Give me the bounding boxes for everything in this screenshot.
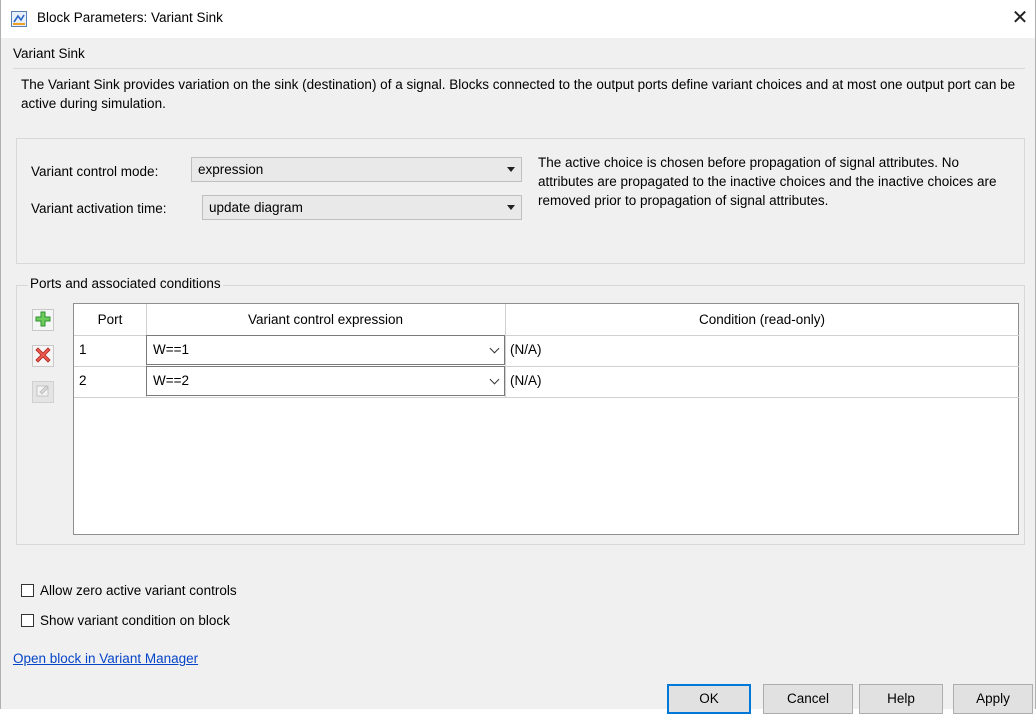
expression-dropdown[interactable]: W==2 xyxy=(146,366,505,396)
show-condition-option[interactable]: Show variant condition on block xyxy=(21,610,230,630)
column-divider xyxy=(505,304,506,397)
port-number: 1 xyxy=(79,342,87,357)
allow-zero-checkbox[interactable] xyxy=(21,583,34,597)
dropdown-arrow-icon xyxy=(507,205,515,210)
variant-manager-link[interactable]: Open block in Variant Manager xyxy=(13,651,198,666)
condition-value: (N/A) xyxy=(510,342,542,357)
dropdown-arrow-icon xyxy=(507,167,515,172)
activation-time-label: Variant activation time: xyxy=(31,201,167,216)
chevron-down-icon xyxy=(489,343,500,354)
dialog-window: Block Parameters: Variant Sink ✕ Variant… xyxy=(0,0,1036,714)
delete-icon xyxy=(35,346,51,366)
allow-zero-label: Allow zero active variant controls xyxy=(40,582,237,598)
expression-dropdown[interactable]: W==1 xyxy=(146,335,505,365)
edit-icon xyxy=(35,383,51,402)
edit-row-button[interactable] xyxy=(32,381,54,403)
column-header-condition: Condition (read-only) xyxy=(698,312,826,327)
expression-value: W==1 xyxy=(153,342,190,357)
window-title: Block Parameters: Variant Sink xyxy=(37,10,223,25)
expression-value: W==2 xyxy=(153,373,190,388)
show-condition-label: Show variant condition on block xyxy=(40,612,230,628)
column-header-port: Port xyxy=(97,312,123,327)
ok-button[interactable]: OK xyxy=(667,684,751,714)
cancel-button[interactable]: Cancel xyxy=(763,684,853,714)
section-title: Variant Sink xyxy=(13,46,85,61)
control-mode-dropdown[interactable]: expression xyxy=(191,157,522,182)
activation-note: The active choice is chosen before propa… xyxy=(538,155,997,208)
apply-button[interactable]: Apply xyxy=(953,684,1033,714)
chevron-down-icon xyxy=(489,374,500,385)
close-icon[interactable]: ✕ xyxy=(1009,6,1031,28)
row-divider xyxy=(74,397,1019,398)
parameters-panel: Variant control mode: expression Variant… xyxy=(16,138,1025,264)
activation-time-dropdown[interactable]: update diagram xyxy=(202,195,522,220)
add-icon xyxy=(35,311,51,330)
delete-row-button[interactable] xyxy=(32,345,54,367)
title-bar: Block Parameters: Variant Sink ✕ xyxy=(1,0,1035,38)
port-number: 2 xyxy=(79,373,87,388)
description-text: The Variant Sink provides variation on t… xyxy=(21,77,1016,111)
condition-value: (N/A) xyxy=(510,373,542,388)
activation-time-value: update diagram xyxy=(209,200,303,215)
show-condition-checkbox[interactable] xyxy=(21,613,34,627)
ports-group-label: Ports and associated conditions xyxy=(28,276,223,291)
add-row-button[interactable] xyxy=(32,309,54,331)
control-mode-value: expression xyxy=(198,162,264,177)
allow-zero-option[interactable]: Allow zero active variant controls xyxy=(21,580,237,600)
column-header-expression: Variant control expression xyxy=(247,312,404,327)
help-button[interactable]: Help xyxy=(859,684,943,714)
ports-table: Port Variant control expression Conditio… xyxy=(73,303,1019,535)
block-description: The Variant Sink provides variation on t… xyxy=(13,68,1025,126)
simulink-block-icon xyxy=(11,11,27,27)
control-mode-label: Variant control mode: xyxy=(31,164,159,179)
